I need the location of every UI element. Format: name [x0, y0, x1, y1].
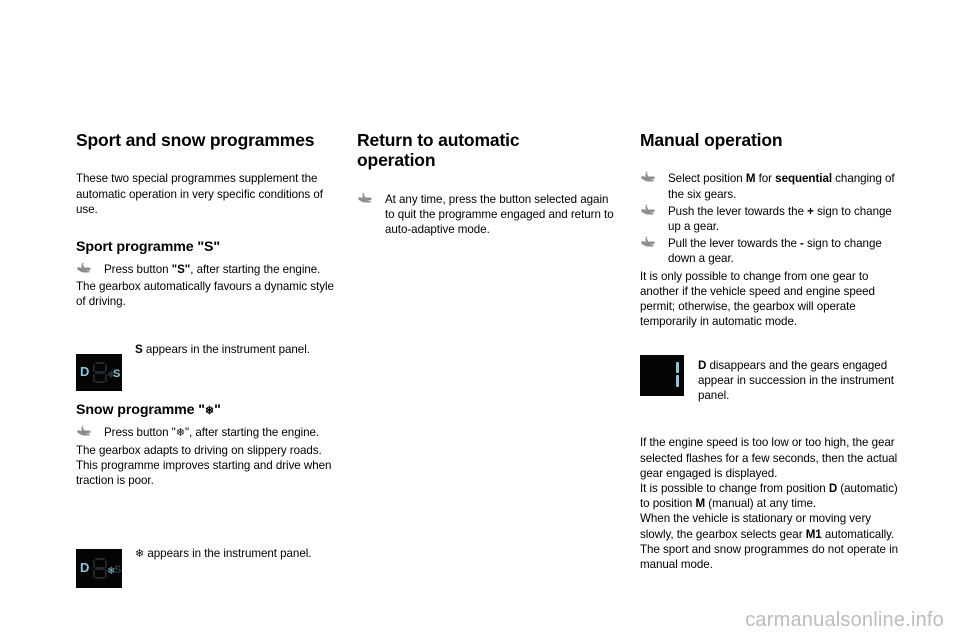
- bullet-return-automatic: At any time, press the button selected a…: [357, 192, 619, 238]
- bullet-snow-text: Press button "❄", after starting the eng…: [104, 425, 320, 439]
- bullet-sport-text: Press button "S", after starting the eng…: [104, 262, 321, 276]
- pointing-hand-icon: [640, 236, 656, 250]
- bullet-sport-press-button: Press button "S", after starting the eng…: [76, 262, 338, 277]
- manual-paragraph-5: The sport and snow programmes do not ope…: [640, 542, 899, 571]
- page-title-manual-operation: Manual operation: [640, 130, 783, 150]
- figure-instrument-panel-manual: [640, 355, 684, 396]
- manual-paragraph-4: When the vehicle is stationary or moving…: [640, 512, 895, 541]
- figure-instrument-panel-sport: D ❄ S: [76, 354, 122, 391]
- column-right: Manual operation Select position M for s…: [640, 130, 902, 572]
- panel-label-s: S: [113, 368, 121, 380]
- title-line-1: Return to automatic: [357, 130, 520, 150]
- figure-caption-snow: ❄ appears in the instrument panel.: [135, 546, 345, 562]
- bullet-push-lever-plus: Push the lever towards the + sign to cha…: [640, 204, 902, 234]
- column-left: Sport and snow programmes These two spec…: [76, 130, 338, 560]
- page-title-return-automatic: Return to automatic operation: [357, 130, 619, 171]
- pointing-hand-icon: [357, 192, 373, 206]
- column-middle: Return to automatic operation At any time…: [357, 130, 619, 239]
- heading-snow-programme: Snow programme "❄": [76, 401, 221, 418]
- pointing-hand-icon: [76, 425, 92, 439]
- heading-sport-programme: Sport programme "S": [76, 238, 220, 255]
- bullet-select-position-m: Select position M for sequential changin…: [640, 171, 902, 201]
- pointing-hand-icon: [640, 171, 656, 185]
- figure-caption-manual-rest: disappears and the gears engaged appear …: [698, 359, 894, 403]
- panel-label-s: S: [114, 564, 122, 576]
- snow-body-paragraph-2: This programme improves starting and dri…: [76, 458, 332, 488]
- bold-s-label: "S": [171, 262, 191, 276]
- bullet-text: Select position M for sequential changin…: [668, 172, 895, 201]
- manual-page: Sport and snow programmes These two spec…: [0, 0, 960, 640]
- figure-caption-manual: D disappears and the gears engaged appea…: [698, 358, 904, 404]
- seven-segment-display: [93, 558, 107, 579]
- panel-label-d: D: [80, 364, 90, 379]
- snowflake-icon: ❄: [135, 548, 145, 560]
- figure-caption-sport: S appears in the instrument panel.: [135, 342, 335, 357]
- bullet-return-automatic-text: At any time, press the button selected a…: [385, 192, 614, 236]
- pointing-hand-icon: [76, 262, 92, 276]
- intro-paragraph: These two special programmes supplement …: [76, 172, 323, 216]
- pointing-hand-icon: [640, 204, 656, 218]
- seven-segment-display: [93, 362, 107, 383]
- manual-paragraph-3: It is possible to change from position D…: [640, 481, 898, 511]
- manual-paragraph-2: If the engine speed is too low or too hi…: [640, 436, 898, 480]
- figure-caption-sport-bold: S: [135, 343, 143, 356]
- page-title-sport-snow: Sport and snow programmes: [76, 130, 315, 150]
- figure-instrument-panel-snow: D ❄ S: [76, 549, 122, 588]
- figure-caption-sport-rest: appears in the instrument panel.: [142, 343, 310, 356]
- snowflake-icon: ❄: [204, 404, 215, 417]
- sport-body-paragraph: The gearbox automatically favours a dyna…: [76, 280, 334, 309]
- seven-segment-display-gear: [664, 361, 679, 389]
- bullet-snow-press-button: Press button "❄", after starting the eng…: [76, 425, 338, 441]
- bullet-text: Pull the lever towards the - sign to cha…: [668, 237, 882, 266]
- title-line-2: operation: [357, 150, 436, 171]
- bullet-pull-lever-minus: Pull the lever towards the - sign to cha…: [640, 236, 902, 266]
- snowflake-icon: ❄: [175, 426, 185, 439]
- snow-body-paragraph-1: The gearbox adapts to driving on slipper…: [76, 443, 322, 457]
- site-watermark: carmanualsonline.info: [745, 609, 944, 631]
- bullet-text: Push the lever towards the + sign to cha…: [668, 204, 892, 233]
- manual-paragraph-1: It is only possible to change from one g…: [640, 269, 875, 329]
- panel-label-d: D: [80, 560, 90, 575]
- figure-caption-snow-rest: appears in the instrument panel.: [144, 547, 312, 560]
